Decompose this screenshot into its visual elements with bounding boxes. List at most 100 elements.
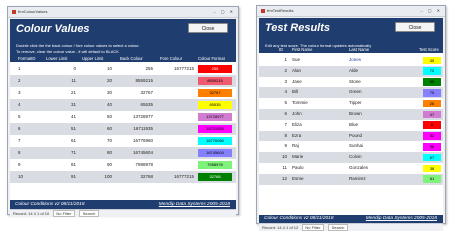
first-name-cell[interactable]: Ezra <box>292 131 342 142</box>
search-box[interactable]: Search <box>78 210 100 217</box>
id-cell[interactable]: 12 <box>273 174 287 185</box>
upper-limit-cell[interactable]: 20 <box>82 75 112 87</box>
window-controls[interactable]: – ▢ ✕ <box>420 6 442 16</box>
test-score-cell[interactable]: 81 <box>423 175 441 184</box>
footer-company-link[interactable]: Mendip Data Systems 2005-2018 <box>159 200 230 209</box>
test-score-cell[interactable]: 35 <box>423 56 441 65</box>
upper-limit-cell[interactable]: 90 <box>82 159 112 171</box>
window-controls[interactable]: – ▢ ✕ <box>213 7 235 17</box>
first-name-cell[interactable]: Alan <box>292 66 342 77</box>
back-colour-cell[interactable]: 7988978 <box>118 159 153 171</box>
test-score-cell[interactable]: 47 <box>423 110 441 119</box>
back-colour-cell[interactable]: 65535 <box>118 99 153 111</box>
table-row[interactable]: 8 71 80 16745604 16745604 <box>10 147 236 159</box>
back-colour-cell[interactable]: 16745604 <box>118 147 153 159</box>
lower-limit-cell[interactable]: 71 <box>46 147 76 159</box>
id-cell[interactable]: 9 <box>273 141 287 152</box>
id-cell[interactable]: 1 <box>273 55 287 66</box>
back-colour-cell[interactable]: 8559215 <box>118 75 153 87</box>
upper-limit-cell[interactable]: 30 <box>82 87 112 99</box>
upper-limit-cell[interactable]: 100 <box>82 171 112 183</box>
format-id-cell[interactable]: 6 <box>18 123 44 135</box>
id-cell[interactable]: 11 <box>273 163 287 174</box>
table-row[interactable]: 11 Paulo Gonzales 38 <box>259 163 443 174</box>
table-row[interactable]: 9 Raj Sunhai 56 <box>259 141 443 152</box>
last-name-cell[interactable]: Sunhai <box>349 141 409 152</box>
lower-limit-cell[interactable]: 41 <box>46 111 76 123</box>
last-name-cell[interactable]: Pound <box>349 131 409 142</box>
search-box[interactable]: Search <box>327 224 349 231</box>
test-score-cell[interactable]: 75 <box>423 88 441 97</box>
lower-limit-cell[interactable]: 91 <box>46 171 76 183</box>
id-cell[interactable]: 6 <box>273 109 287 120</box>
lower-limit-cell[interactable]: 61 <box>46 135 76 147</box>
table-row[interactable]: 10 Marie Colvin 67 <box>259 152 443 163</box>
footer-company-link[interactable]: Mendip Data Systems 2005-2018 <box>366 215 437 223</box>
upper-limit-cell[interactable]: 40 <box>82 99 112 111</box>
lower-limit-cell[interactable]: 51 <box>46 123 76 135</box>
first-name-cell[interactable]: Tommie <box>292 98 342 109</box>
first-name-cell[interactable]: Marie <box>292 152 342 163</box>
table-row[interactable]: 12 Esme Ramirez 81 <box>259 173 443 185</box>
first-name-cell[interactable]: Eliza <box>292 120 342 131</box>
last-name-cell[interactable]: Colvin <box>349 152 409 163</box>
format-id-cell[interactable]: 1 <box>18 63 44 75</box>
last-name-cell[interactable]: Ramirez <box>349 174 409 185</box>
last-name-cell[interactable]: Brown <box>349 109 409 120</box>
upper-limit-cell[interactable]: 10 <box>82 63 112 75</box>
fore-colour-cell[interactable]: 16777215 <box>156 63 194 75</box>
table-row[interactable]: 10 91 100 32768 16777215 32768 <box>10 171 236 183</box>
upper-limit-cell[interactable]: 50 <box>82 111 112 123</box>
id-cell[interactable]: 2 <box>273 66 287 77</box>
upper-limit-cell[interactable]: 60 <box>82 123 112 135</box>
last-name-cell[interactable]: Gonzales <box>349 163 409 174</box>
table-row[interactable]: 4 31 40 65535 65535 <box>10 99 236 111</box>
format-id-cell[interactable]: 10 <box>18 171 44 183</box>
table-row[interactable]: 3 Jane Stone 99 <box>259 77 443 88</box>
format-id-cell[interactable]: 8 <box>18 147 44 159</box>
last-name-cell[interactable]: Blue <box>349 120 409 131</box>
last-name-cell[interactable]: Green <box>349 87 409 98</box>
window-titlebar[interactable]: frmColourValues – ▢ ✕ <box>8 7 238 18</box>
lower-limit-cell[interactable]: 81 <box>46 159 76 171</box>
first-name-cell[interactable]: Jane <box>292 77 342 88</box>
table-row[interactable]: 6 51 60 16711935 16711935 <box>10 123 236 135</box>
last-name-cell[interactable]: Jones <box>349 55 409 66</box>
table-row[interactable]: 3 21 30 32767 32767 <box>10 87 236 99</box>
id-cell[interactable]: 5 <box>273 98 287 109</box>
first-name-cell[interactable]: Bill <box>292 87 342 98</box>
table-row[interactable]: 1 Sue Jones 35 <box>259 55 443 66</box>
id-cell[interactable]: 3 <box>273 77 287 88</box>
lower-limit-cell[interactable]: 21 <box>46 87 76 99</box>
test-score-cell[interactable]: 38 <box>423 164 441 173</box>
table-row[interactable]: 4 Bill Green 75 <box>259 87 443 99</box>
first-name-cell[interactable]: Sue <box>292 55 342 66</box>
test-score-cell[interactable]: 99 <box>423 78 441 86</box>
format-id-cell[interactable]: 2 <box>18 75 44 87</box>
test-score-cell[interactable]: 72 <box>423 67 441 76</box>
back-colour-cell[interactable]: 16711935 <box>118 123 153 135</box>
table-row[interactable]: 6 John Brown 47 <box>259 109 443 120</box>
upper-limit-cell[interactable]: 80 <box>82 147 112 159</box>
last-name-cell[interactable]: Tipper <box>349 98 409 109</box>
window-titlebar[interactable]: frmTestResults – ▢ ✕ <box>257 6 445 17</box>
format-id-cell[interactable]: 7 <box>18 135 44 147</box>
table-row[interactable]: 2 Alan Alde 72 <box>259 65 443 77</box>
id-cell[interactable]: 7 <box>273 120 287 131</box>
first-name-cell[interactable]: Esme <box>292 174 342 185</box>
record-navigator[interactable]: Record: 14 4 1 of 10 <box>13 211 49 216</box>
filter-indicator[interactable]: No Filter <box>302 224 324 231</box>
close-button[interactable]: Close <box>395 22 435 32</box>
back-colour-cell[interactable]: 16776960 <box>118 135 153 147</box>
table-row[interactable]: 5 41 50 13728977 13728977 <box>10 111 236 123</box>
back-colour-cell[interactable]: 32768 <box>118 171 153 183</box>
table-row[interactable]: 7 Eliza Blue 6 <box>259 120 443 131</box>
test-score-cell[interactable]: 6 <box>423 121 441 130</box>
back-colour-cell[interactable]: 255 <box>118 63 153 75</box>
back-colour-cell[interactable]: 32767 <box>118 87 153 99</box>
id-cell[interactable]: 4 <box>273 87 287 98</box>
table-row[interactable]: 1 0 10 255 16777215 255 <box>10 63 236 75</box>
fore-colour-cell[interactable]: 16777215 <box>156 171 194 183</box>
table-row[interactable]: 8 Ezra Pound 52 <box>259 130 443 142</box>
format-id-cell[interactable]: 9 <box>18 159 44 171</box>
